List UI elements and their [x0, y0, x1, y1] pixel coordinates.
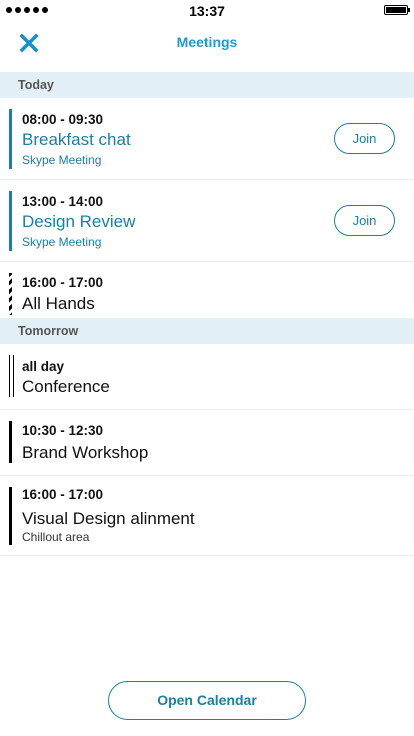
meeting-item[interactable]: 16:00 - 17:00 Visual Design alinment Chi…	[0, 476, 414, 556]
meeting-indicator-bar	[9, 273, 12, 315]
battery-icon	[384, 5, 410, 15]
meeting-item[interactable]: 08:00 - 09:30 Breakfast chat Skype Meeti…	[0, 98, 414, 180]
page-title: Meetings	[176, 34, 238, 50]
meeting-title: Design Review	[22, 212, 136, 231]
meeting-title: Visual Design alinment	[22, 509, 195, 528]
meeting-title: Conference	[22, 377, 110, 396]
meeting-time: 10:30 - 12:30	[22, 423, 104, 438]
meeting-title: Breakfast chat	[22, 130, 131, 149]
meeting-time: 13:00 - 14:00	[22, 194, 104, 209]
meeting-subtitle: Skype Meeting	[22, 153, 102, 167]
meeting-subtitle: Skype Meeting	[22, 235, 102, 249]
meeting-indicator-bar	[9, 421, 12, 463]
meeting-time: 16:00 - 17:00	[22, 487, 104, 502]
meeting-indicator-bar	[9, 109, 12, 169]
meeting-item[interactable]: 16:00 - 17:00 All Hands	[0, 262, 414, 318]
meeting-indicator-bar	[9, 487, 12, 545]
section-header-today: Today	[0, 72, 414, 98]
section-header-tomorrow: Tomorrow	[0, 318, 414, 344]
open-calendar-button[interactable]: Open Calendar	[108, 681, 306, 720]
meeting-item[interactable]: 13:00 - 14:00 Design Review Skype Meetin…	[0, 180, 414, 262]
meeting-time: all day	[22, 359, 65, 374]
status-bar: 13:37	[0, 0, 414, 22]
meeting-item[interactable]: 10:30 - 12:30 Brand Workshop	[0, 410, 414, 476]
join-button[interactable]: Join	[334, 123, 395, 154]
meeting-indicator-bar	[9, 191, 12, 251]
meeting-item[interactable]: all day Conference	[0, 344, 414, 410]
meeting-title: All Hands	[22, 294, 95, 313]
nav-bar: Meetings	[0, 22, 414, 70]
meeting-title: Brand Workshop	[22, 443, 149, 462]
meeting-location: Chillout area	[22, 530, 90, 544]
meetings-screen: 13:37 Meetings Today 08:00 - 09:30 Break…	[0, 0, 414, 736]
status-time: 13:37	[189, 3, 225, 19]
meeting-time: 16:00 - 17:00	[22, 275, 104, 290]
join-button[interactable]: Join	[334, 205, 395, 236]
meeting-time: 08:00 - 09:30	[22, 112, 104, 127]
meeting-indicator-bar	[9, 355, 14, 397]
